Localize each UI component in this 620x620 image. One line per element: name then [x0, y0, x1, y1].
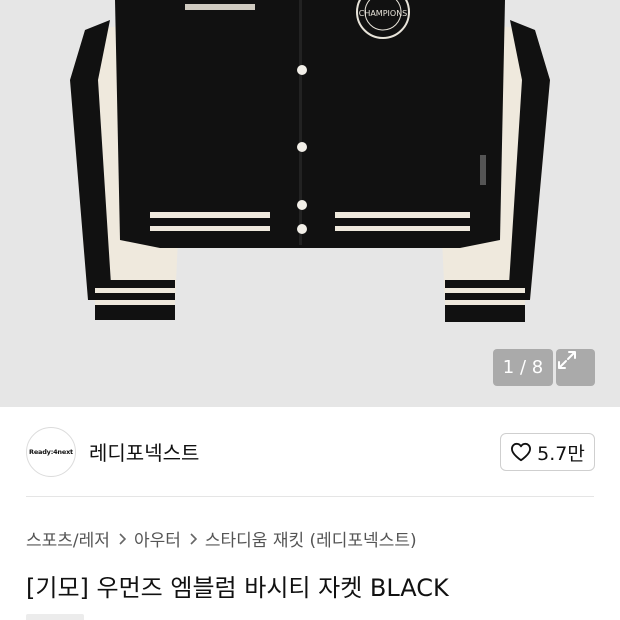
- chevron-right-icon: [118, 532, 126, 545]
- breadcrumb-item-stadium-jacket[interactable]: 스타디움 재킷 (레디포넥스트): [205, 526, 417, 551]
- brand-row: Ready:4next 레디포넥스트 5.7만: [0, 407, 620, 497]
- emblem-text: CHAMPIONS: [359, 9, 408, 18]
- brand-logo-text: Ready:4next: [29, 448, 73, 456]
- divider: [26, 496, 594, 497]
- like-button[interactable]: 5.7만: [500, 433, 595, 471]
- expand-image-button[interactable]: [556, 349, 595, 386]
- chevron-right-icon: [189, 532, 197, 545]
- page-indicator: 1 / 8: [493, 349, 553, 386]
- breadcrumb-item-sports[interactable]: 스포츠/레저: [26, 526, 110, 551]
- brand-logo[interactable]: Ready:4next: [26, 427, 76, 477]
- product-image-gallery[interactable]: CHAMPIONS 1 / 8: [0, 0, 620, 407]
- heart-icon: [511, 442, 532, 462]
- product-image: CHAMPIONS: [70, 0, 550, 322]
- like-count: 5.7만: [537, 442, 585, 465]
- expand-icon: [558, 351, 576, 369]
- page-indicator-text: 1 / 8: [502, 357, 544, 378]
- product-title: [기모] 우먼즈 엠블럼 바시티 자켓 BLACK: [26, 574, 449, 602]
- badge-placeholder: [26, 614, 84, 620]
- breadcrumb-item-outer[interactable]: 아우터: [134, 526, 181, 551]
- brand-name[interactable]: 레디포넥스트: [89, 437, 199, 466]
- breadcrumb: 스포츠/레저 아우터 스타디움 재킷 (레디포넥스트): [26, 526, 417, 551]
